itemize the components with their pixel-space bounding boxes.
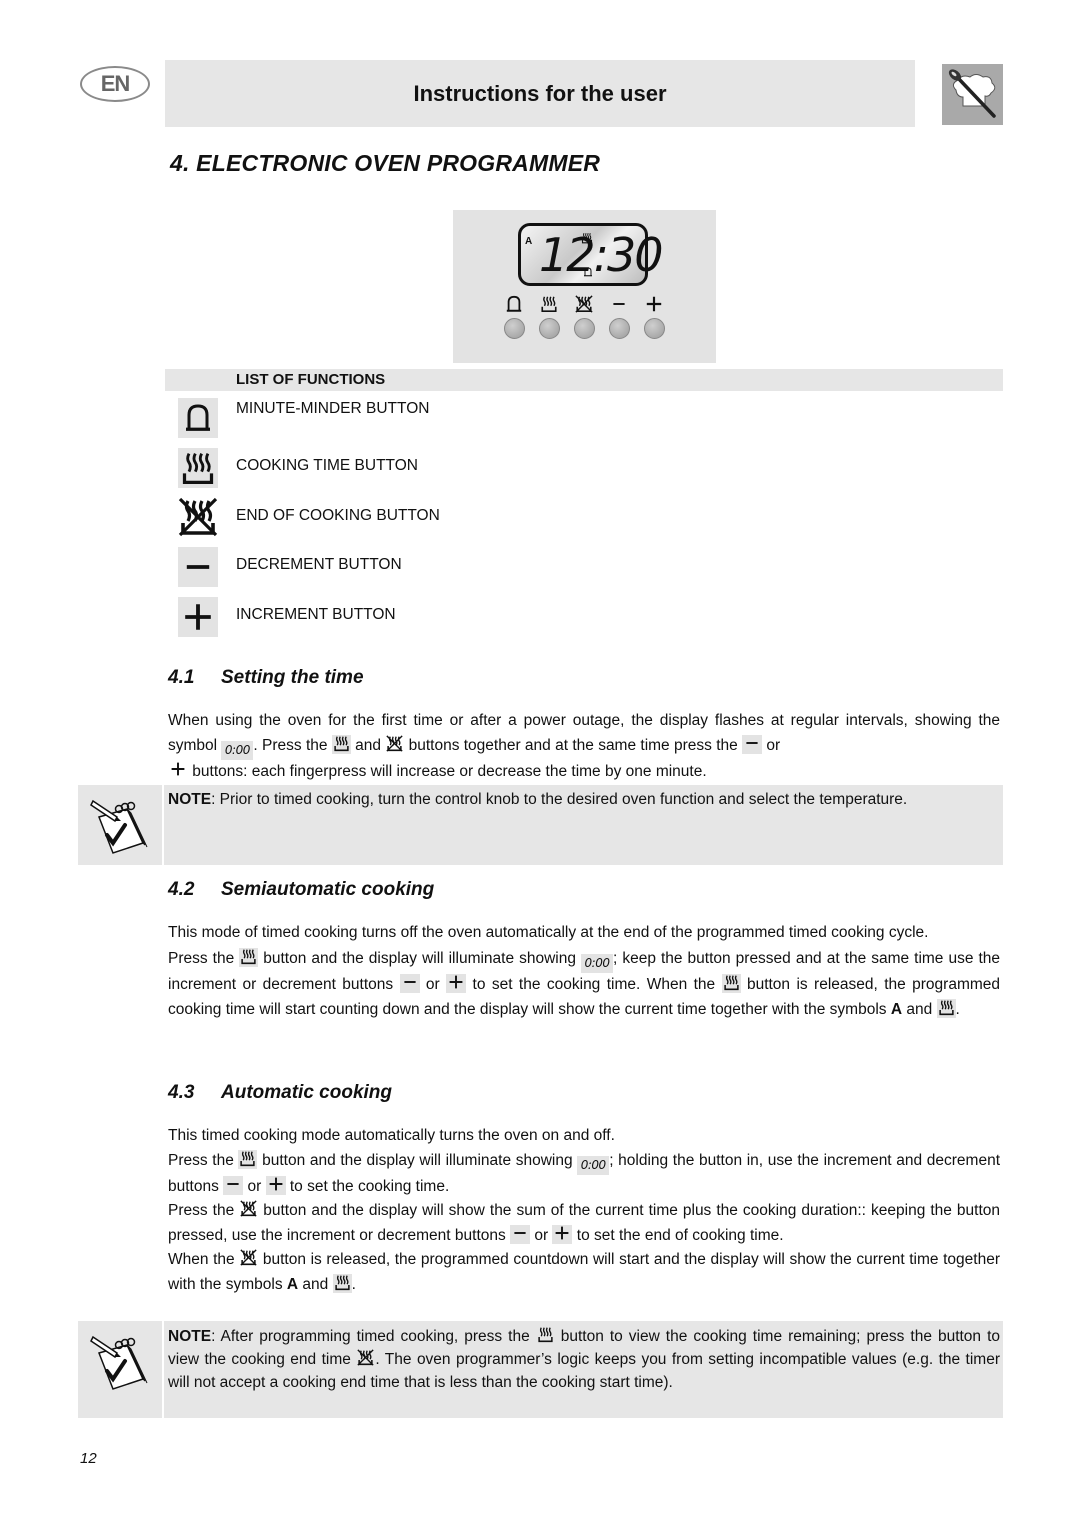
cooking-time-icon bbox=[536, 1326, 555, 1345]
note-text: NOTE: Prior to timed cooking, turn the c… bbox=[168, 791, 908, 808]
lcd-display: A 12:30 bbox=[518, 223, 664, 286]
cooking-time-icon bbox=[331, 734, 351, 754]
function-label: DECREMENT BUTTON bbox=[236, 556, 402, 573]
cooking-time-knob[interactable] bbox=[539, 318, 560, 339]
section-4-1-body: When using the oven for the first time o… bbox=[168, 709, 1000, 784]
cooking-time-icon bbox=[239, 948, 259, 967]
plus-icon bbox=[168, 761, 188, 780]
plus-icon bbox=[642, 293, 666, 315]
language-badge: EN bbox=[80, 66, 150, 102]
cooking-time-icon bbox=[581, 232, 593, 244]
section-number: 4.2 bbox=[168, 879, 195, 900]
paragraph: Press the button and the display will il… bbox=[168, 948, 1001, 1018]
paragraph: Press the button and the display will sh… bbox=[168, 1200, 1001, 1244]
function-label: COOKING TIME BUTTON bbox=[236, 457, 418, 474]
cooking-time-icon bbox=[936, 998, 956, 1018]
cooking-time-icon bbox=[537, 293, 561, 315]
cooking-time-icon bbox=[178, 448, 218, 488]
notepad-check-icon bbox=[78, 785, 164, 865]
paragraph: When using the oven for the first time o… bbox=[168, 712, 1000, 780]
minus-icon bbox=[399, 974, 420, 993]
section-title: Automatic cooking bbox=[221, 1082, 393, 1103]
section-4-3-body: This timed cooking mode automatically tu… bbox=[168, 1124, 1000, 1297]
plus-icon bbox=[265, 1175, 286, 1195]
minus-icon bbox=[223, 1175, 244, 1195]
lcd-zero-symbol: 0:00 bbox=[581, 954, 614, 973]
end-of-cooking-knob[interactable] bbox=[574, 318, 595, 339]
note-box-4-1: NOTE: Prior to timed cooking, turn the c… bbox=[78, 785, 1003, 865]
cooking-time-icon bbox=[332, 1273, 352, 1293]
plus-icon bbox=[178, 597, 218, 637]
minute-minder-knob[interactable] bbox=[504, 318, 525, 339]
increment-knob[interactable] bbox=[644, 318, 665, 339]
bell-icon bbox=[178, 398, 218, 438]
cooking-time-icon bbox=[238, 1149, 258, 1169]
bell-icon bbox=[583, 266, 593, 278]
minus-icon bbox=[510, 1224, 531, 1244]
bell-icon bbox=[502, 293, 526, 315]
section-heading-4-3: 4.3 Automatic cooking bbox=[168, 1082, 392, 1104]
page-title: 4. ELECTRONIC OVEN PROGRAMMER bbox=[170, 150, 601, 176]
paragraph: This mode of timed cooking turns off the… bbox=[168, 924, 929, 941]
display-time: 12:30 bbox=[539, 228, 664, 282]
page-number: 12 bbox=[80, 1450, 97, 1467]
lcd-zero-symbol: 0:00 bbox=[577, 1155, 610, 1175]
auto-indicator: A bbox=[525, 236, 533, 247]
end-of-cooking-icon bbox=[356, 1349, 375, 1368]
plus-icon bbox=[446, 974, 467, 993]
paragraph: This timed cooking mode automatically tu… bbox=[168, 1127, 615, 1144]
plus-icon bbox=[552, 1224, 573, 1244]
header-title: Instructions for the user bbox=[413, 80, 667, 106]
end-of-cooking-icon bbox=[385, 735, 404, 754]
end-of-cooking-icon bbox=[178, 497, 218, 537]
cooking-time-icon bbox=[721, 974, 741, 993]
function-label: INCREMENT BUTTON bbox=[236, 606, 396, 623]
section-number: 4.1 bbox=[168, 667, 195, 688]
header-bar: Instructions for the user bbox=[165, 60, 915, 127]
function-label: MINUTE-MINDER BUTTON bbox=[236, 400, 430, 417]
section-title: Semiautomatic cooking bbox=[221, 879, 435, 900]
minus-icon bbox=[607, 293, 631, 315]
paragraph: Press the button and the display will il… bbox=[168, 1149, 1000, 1195]
decrement-knob[interactable] bbox=[609, 318, 630, 339]
end-of-cooking-icon bbox=[239, 1249, 258, 1268]
minus-icon bbox=[742, 734, 763, 754]
list-of-functions-title: LIST OF FUNCTIONS bbox=[236, 371, 386, 388]
note-text: NOTE: After programming timed cooking, p… bbox=[168, 1326, 1001, 1391]
paragraph: When the button is released, the program… bbox=[168, 1249, 1000, 1293]
section-number: 4.3 bbox=[168, 1082, 195, 1103]
section-title: Setting the time bbox=[221, 667, 364, 688]
section-heading-4-2: 4.2 Semiautomatic cooking bbox=[168, 879, 434, 901]
section-4-2-body: This mode of timed cooking turns off the… bbox=[168, 922, 1000, 1022]
end-of-cooking-icon bbox=[239, 1200, 258, 1219]
function-label: END OF COOKING BUTTON bbox=[236, 507, 440, 524]
note-box-4-3: NOTE: After programming timed cooking, p… bbox=[78, 1321, 1003, 1418]
end-of-cooking-icon bbox=[572, 293, 596, 315]
section-heading-4-1: 4.1 Setting the time bbox=[168, 667, 364, 689]
lcd-zero-symbol: 0:00 bbox=[221, 740, 254, 760]
minus-icon bbox=[178, 547, 218, 587]
notepad-check-icon bbox=[78, 1321, 164, 1418]
chef-hat-spoon-icon bbox=[942, 64, 1003, 125]
